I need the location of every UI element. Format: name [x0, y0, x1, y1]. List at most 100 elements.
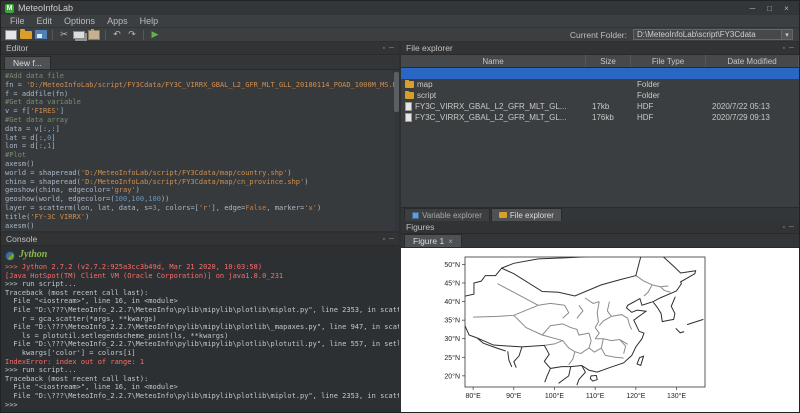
- file-row[interactable]: [401, 68, 799, 79]
- dock-icon[interactable]: ▫: [383, 236, 385, 243]
- code-line[interactable]: #Add data file: [5, 72, 399, 81]
- file-icon: [405, 113, 412, 122]
- menu-edit[interactable]: Edit: [31, 15, 59, 27]
- code-line[interactable]: china = shaperead('D:/MeteoInfoLab/scrip…: [5, 178, 399, 187]
- tab-figure-1[interactable]: Figure 1 ×: [404, 234, 462, 247]
- code-line[interactable]: #Get data variable: [5, 98, 399, 107]
- code-line[interactable]: layer = scatterm(lon, lat, data, s=3, co…: [5, 204, 399, 213]
- toolbar-separator: [143, 30, 144, 40]
- code-line[interactable]: geoshow(world, edgecolor=(100,100,100)): [5, 195, 399, 204]
- jython-logo-icon: [5, 251, 15, 261]
- tab-file-explorer[interactable]: File explorer: [491, 208, 562, 221]
- file-row[interactable]: FY3C_VIRRX_GBAL_L2_GFR_MLT_GL...176kbHDF…: [401, 112, 799, 123]
- window-controls: ─ □ ×: [744, 2, 795, 14]
- console-line: File "D:\???\MeteoInfo_2.2.7\MeteoInfo\p…: [5, 323, 395, 332]
- cut-icon[interactable]: ✂: [58, 29, 70, 41]
- column-header-file-type[interactable]: File Type: [631, 55, 706, 67]
- main-area: Editor ▫ ─ New f... #Add data filefn = '…: [1, 42, 799, 412]
- paste-icon[interactable]: [88, 30, 100, 40]
- figures-title: Figures: [406, 222, 434, 232]
- file-type: HDF: [631, 102, 706, 111]
- new-script-icon[interactable]: [5, 30, 17, 40]
- province-borders: [473, 276, 670, 365]
- column-header-date-modified[interactable]: Date Modified: [706, 55, 799, 67]
- y-tick-label: 20°N: [444, 372, 460, 380]
- column-header-name[interactable]: Name: [401, 55, 586, 67]
- console-line: >>> run script...: [5, 280, 395, 289]
- minimize-button[interactable]: ─: [744, 2, 761, 14]
- console-output[interactable]: Jython >>> Jython 2.7.2 (v2.7.2:925a3cc3…: [1, 246, 399, 412]
- console-line: IndexError: index out of range: 1: [5, 358, 395, 367]
- code-line[interactable]: v = f['FIRES']: [5, 107, 399, 116]
- file-row[interactable]: scriptFolder: [401, 90, 799, 101]
- code-line[interactable]: fn = 'D:/MeteoInfoLab/script/FY3Cdata/FY…: [5, 81, 399, 90]
- current-folder-combobox[interactable]: D:\MeteoInfoLab\script\FY3Cdata ▾: [633, 29, 793, 40]
- menu-help[interactable]: Help: [134, 15, 165, 27]
- jython-brand-text: Jython: [19, 251, 47, 260]
- console-title: Console: [6, 234, 37, 244]
- editor-scrollbar[interactable]: [394, 70, 399, 231]
- close-button[interactable]: ×: [778, 2, 795, 14]
- explorer-tabstrip: Variable explorerFile explorer: [401, 207, 799, 221]
- y-tick-label: 35°N: [444, 317, 460, 325]
- file-size: 176kb: [586, 113, 631, 122]
- folder-icon: [405, 81, 414, 88]
- toolbar: ✂↶↷▶ Current Folder: D:\MeteoInfoLab\scr…: [1, 28, 799, 42]
- editor-panel: Editor ▫ ─ New f... #Add data filefn = '…: [1, 42, 399, 231]
- copy-icon[interactable]: [73, 31, 85, 39]
- toolbar-separator: [52, 30, 53, 40]
- figures-panel: Figures ▫ ─ Figure 1 × 80°E90°E100°E: [401, 221, 799, 412]
- code-line[interactable]: axesm(): [5, 160, 399, 169]
- code-line[interactable]: world = shaperead('D:/MeteoInfoLab/scrip…: [5, 169, 399, 178]
- file-row[interactable]: map Folder: [401, 79, 799, 90]
- x-tick-label: 80°E: [466, 392, 482, 400]
- menu-file[interactable]: File: [4, 15, 31, 27]
- code-line[interactable]: lat = d[:,0]: [5, 134, 399, 143]
- code-editor[interactable]: #Add data filefn = 'D:/MeteoInfoLab/scri…: [1, 70, 399, 231]
- code-line[interactable]: lon = d[:,1]: [5, 142, 399, 151]
- minimize-panel-icon[interactable]: ─: [389, 236, 394, 243]
- console-line: File "<iostream>", line 16, in <module>: [5, 383, 395, 392]
- file-type: Folder: [631, 80, 706, 89]
- window-title: MeteoInfoLab: [18, 3, 73, 13]
- close-tab-icon[interactable]: ×: [448, 237, 453, 246]
- folder-icon: [499, 212, 507, 218]
- file-table-header: NameSizeFile TypeDate Modified: [401, 55, 799, 68]
- minimize-panel-icon[interactable]: ─: [789, 224, 794, 231]
- figure-canvas[interactable]: 80°E90°E100°E110°E120°E130°E50°N45°N40°N…: [401, 248, 799, 412]
- menu-apps[interactable]: Apps: [101, 15, 134, 27]
- file-date: 2020/7/29 09:13: [706, 113, 799, 122]
- code-line[interactable]: #Get data array: [5, 116, 399, 125]
- save-script-icon[interactable]: [35, 30, 47, 39]
- console-header: Console ▫ ─: [1, 233, 399, 246]
- chevron-down-icon[interactable]: ▾: [781, 30, 792, 39]
- console-line: File "D:\???\MeteoInfo_2.2.7\MeteoInfo\p…: [5, 306, 395, 315]
- file-name: map: [417, 80, 433, 89]
- tab-variable-explorer[interactable]: Variable explorer: [404, 208, 490, 221]
- dock-icon[interactable]: ▫: [783, 224, 785, 231]
- undo-icon[interactable]: ↶: [111, 29, 123, 41]
- minimize-panel-icon[interactable]: ─: [389, 45, 394, 52]
- dock-icon[interactable]: ▫: [783, 45, 785, 52]
- file-type: Folder: [631, 91, 706, 100]
- run-script-icon[interactable]: ▶: [149, 29, 161, 41]
- code-line[interactable]: data = v[:,:]: [5, 125, 399, 134]
- editor-tab-new-file[interactable]: New f...: [4, 56, 51, 69]
- open-script-icon[interactable]: [20, 31, 32, 39]
- column-header-size[interactable]: Size: [586, 55, 631, 67]
- minimize-panel-icon[interactable]: ─: [789, 45, 794, 52]
- file-row[interactable]: FY3C_VIRRX_GBAL_L2_GFR_MLT_GL...17kbHDF2…: [401, 101, 799, 112]
- code-line[interactable]: geoshow(china, edgecolor='gray'): [5, 186, 399, 195]
- x-tick-label: 110°E: [586, 392, 605, 400]
- code-line[interactable]: title('FY-3C VIRRX'): [5, 213, 399, 222]
- code-line[interactable]: f = addfile(fn): [5, 90, 399, 99]
- meteoinfolab-window: M MeteoInfoLab ─ □ × FileEditOptionsApps…: [0, 0, 800, 413]
- y-tick-label: 45°N: [444, 280, 460, 288]
- maximize-button[interactable]: □: [761, 2, 778, 14]
- code-line[interactable]: #Plot: [5, 151, 399, 160]
- redo-icon[interactable]: ↷: [126, 29, 138, 41]
- menu-options[interactable]: Options: [58, 15, 101, 27]
- x-tick-label: 120°E: [626, 392, 645, 400]
- dock-icon[interactable]: ▫: [383, 45, 385, 52]
- code-line[interactable]: axesm(): [5, 222, 399, 231]
